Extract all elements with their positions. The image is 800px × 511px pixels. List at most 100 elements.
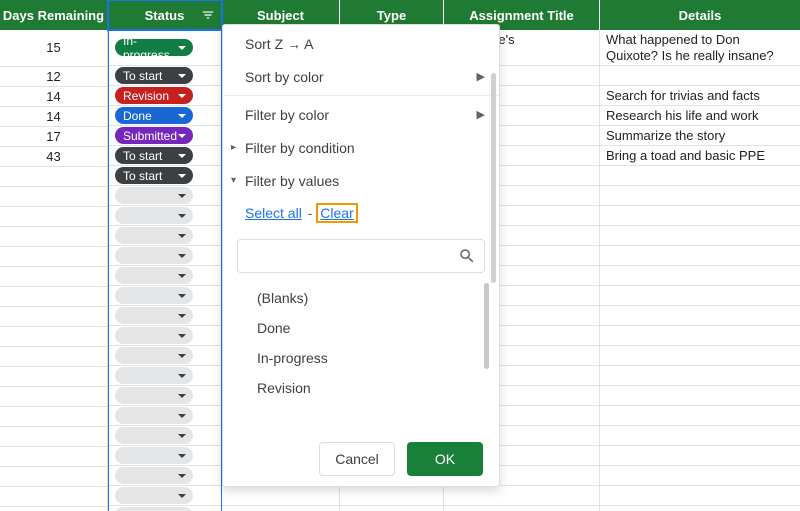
cell-status[interactable] [109,306,221,326]
status-pill[interactable] [115,347,193,364]
cell-details[interactable] [600,306,800,325]
status-pill[interactable] [115,187,193,204]
cell-status[interactable] [109,266,221,286]
cell-status[interactable] [109,326,221,346]
status-pill[interactable]: Submitted [115,127,193,144]
cell-days[interactable] [0,427,108,447]
cell-details[interactable] [600,366,800,385]
status-pill[interactable] [115,507,193,511]
cell-days[interactable] [0,347,108,367]
cell-status[interactable] [109,206,221,226]
status-pill[interactable] [115,327,193,344]
cell-details[interactable] [600,486,800,505]
cell-days[interactable]: 14 [0,107,108,127]
cell-days[interactable] [0,227,108,247]
cell-status[interactable]: Submitted [109,126,221,146]
status-pill[interactable] [115,267,193,284]
cell-days[interactable] [0,467,108,487]
cell-status[interactable] [109,186,221,206]
status-pill[interactable] [115,427,193,444]
status-pill[interactable]: To start [115,167,193,184]
cell-status[interactable] [109,346,221,366]
cell-days[interactable] [0,247,108,267]
cell-days[interactable] [0,367,108,387]
cell-days[interactable] [0,307,108,327]
cell-status[interactable] [109,486,221,506]
cell-status[interactable] [109,286,221,306]
cell-days[interactable] [0,407,108,427]
status-pill[interactable] [115,247,193,264]
cell-days[interactable] [0,207,108,227]
ok-button[interactable]: OK [407,442,483,476]
column-header-days[interactable]: Days Remaining [0,0,108,30]
cell-assignment-title[interactable] [444,486,600,505]
cell-details[interactable]: Research his life and work [600,106,800,125]
filter-value-item[interactable]: In-progress [257,343,493,373]
cell-details[interactable] [600,186,800,205]
cell-status[interactable] [109,426,221,446]
cell-days[interactable] [0,267,108,287]
status-pill[interactable] [115,407,193,424]
cell-type[interactable] [340,506,444,511]
cell-days[interactable]: 12 [0,67,108,87]
cell-type[interactable] [340,486,444,505]
status-pill[interactable]: To start [115,147,193,164]
cell-status[interactable]: To start [109,146,221,166]
cell-status[interactable]: To start [109,66,221,86]
cell-days[interactable] [0,287,108,307]
filter-value-item[interactable]: (Blanks) [257,283,493,313]
menu-filter-by-condition[interactable]: ▸ Filter by condition [223,131,499,164]
cell-status[interactable] [109,406,221,426]
cell-days[interactable]: 15 [0,30,108,67]
cell-status[interactable] [109,466,221,486]
cell-details[interactable] [600,446,800,465]
select-all-link[interactable]: Select all [245,205,302,221]
cell-details[interactable] [600,226,800,245]
filter-search-input[interactable] [248,248,458,264]
status-pill[interactable]: Revision [115,87,193,104]
status-pill[interactable] [115,287,193,304]
cell-status[interactable] [109,506,221,511]
cell-days[interactable] [0,187,108,207]
cell-details[interactable] [600,406,800,425]
status-pill[interactable] [115,207,193,224]
cell-details[interactable] [600,66,800,85]
status-pill[interactable] [115,227,193,244]
cell-details[interactable]: Search for trivias and facts [600,86,800,105]
cell-details[interactable] [600,266,800,285]
popup-scrollbar-thumb[interactable] [491,73,496,283]
cell-status[interactable]: To start [109,166,221,186]
cell-details[interactable] [600,386,800,405]
menu-sort-z-a[interactable]: Sort Z → A [223,27,499,60]
status-pill[interactable] [115,447,193,464]
cell-days[interactable]: 43 [0,147,108,167]
cell-days[interactable] [0,167,108,187]
cell-days[interactable] [0,507,108,511]
status-pill[interactable] [115,467,193,484]
cell-days[interactable]: 17 [0,127,108,147]
filter-search[interactable] [237,239,485,273]
cell-status[interactable] [109,386,221,406]
status-pill[interactable] [115,387,193,404]
cell-details[interactable] [600,466,800,485]
clear-link[interactable]: Clear [318,205,355,221]
cell-details[interactable]: Summarize the story [600,126,800,145]
filter-icon[interactable] [201,8,215,22]
column-header-status[interactable]: Status [108,0,222,30]
cell-subject[interactable] [222,486,340,505]
cell-details[interactable] [600,346,800,365]
cell-status[interactable] [109,366,221,386]
status-pill[interactable]: Done [115,107,193,124]
filter-value-item[interactable]: Revision [257,373,493,403]
menu-sort-by-color[interactable]: Sort by color ▶ [223,60,499,93]
cell-details[interactable] [600,286,800,305]
cell-assignment-title[interactable] [444,506,600,511]
menu-filter-by-values[interactable]: ▾ Filter by values [223,164,499,197]
menu-filter-by-color[interactable]: Filter by color ▶ [223,98,499,131]
cell-days[interactable] [0,447,108,467]
cell-status[interactable] [109,446,221,466]
column-header-details[interactable]: Details [600,0,800,30]
cell-status[interactable] [109,226,221,246]
status-pill[interactable] [115,487,193,504]
filter-value-item[interactable]: Done [257,313,493,343]
